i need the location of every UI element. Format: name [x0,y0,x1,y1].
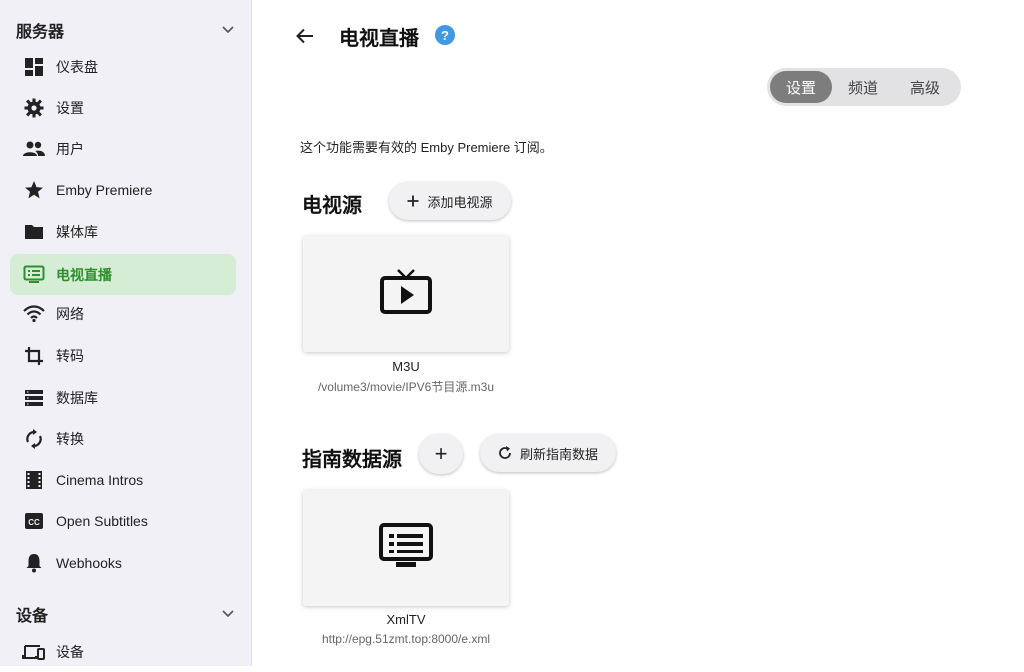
users-icon [22,137,46,161]
devices-section-title: 设备 [16,608,49,625]
tv-sources-heading: 电视源 [302,195,362,217]
server-section-title: 服务器 [16,24,65,41]
refresh-guide-label: 刷新指南数据 [519,446,598,462]
tab-settings[interactable]: 设置 [770,71,832,103]
folder-icon [22,220,46,244]
gear-icon [22,96,46,120]
sidebar-item-live-tv[interactable]: 电视直播 [10,254,236,295]
devices-section-header[interactable]: 设备 [16,602,235,626]
sidebar-item-open-subtitles[interactable]: CC Open Subtitles [10,500,236,541]
refresh-icon [498,446,512,460]
guide-source-card[interactable] [303,490,509,606]
sidebar-item-label: Open Subtitles [56,512,148,529]
refresh-guide-button[interactable]: 刷新指南数据 [480,434,616,472]
sidebar-item-dashboard[interactable]: 仪表盘 [10,46,236,87]
sidebar-item-database[interactable]: 数据库 [10,377,236,418]
cc-icon: CC [22,509,46,533]
tv-source-card[interactable] [303,236,509,352]
chevron-down-icon[interactable] [221,607,235,621]
sidebar-item-convert[interactable]: 转换 [10,418,236,459]
crop-icon [22,344,46,368]
sidebar-item-label: 媒体库 [56,223,98,240]
sidebar-item-users[interactable]: 用户 [10,128,236,169]
svg-text:CC: CC [28,518,40,527]
premiere-notice: 这个功能需要有效的 Emby Premiere 订阅。 [300,140,553,155]
sidebar-item-webhooks[interactable]: Webhooks [10,542,236,583]
film-icon [22,468,46,492]
server-section-header[interactable]: 服务器 [16,18,235,42]
sidebar-item-label: 设备 [56,643,84,660]
tab-bar: 设置 频道 高级 [767,68,961,106]
wifi-icon [22,302,46,326]
sidebar-item-label: 转码 [56,347,84,364]
add-tv-source-button[interactable]: 添加电视源 [389,182,511,220]
sidebar-item-library[interactable]: 媒体库 [10,211,236,252]
sidebar-item-emby-premiere[interactable]: Emby Premiere [10,169,236,210]
sidebar-item-label: 数据库 [56,389,98,406]
page-title: 电视直播 [339,28,419,50]
bell-icon [22,551,46,575]
plus-icon [407,195,419,207]
tv-play-icon [380,268,432,321]
guide-sources-heading: 指南数据源 [302,449,402,471]
live-tv-icon [22,263,46,287]
sidebar-item-label: Webhooks [56,554,122,571]
sidebar-item-cinema-intros[interactable]: Cinema Intros [10,459,236,500]
add-tv-source-label: 添加电视源 [427,194,493,210]
tv-source-name: M3U [392,359,420,374]
add-guide-source-button[interactable]: + [419,434,463,474]
database-icon [22,386,46,410]
sidebar-item-label: 用户 [56,140,84,157]
tv-source-path: /volume3/movie/IPV6节目源.m3u [317,380,495,394]
sidebar-item-label: 仪表盘 [56,58,98,75]
dashboard-icon [22,55,46,79]
main-content: 电视直播 ? 设置 频道 高级 这个功能需要有效的 Emby Premiere … [253,0,1024,666]
guide-source-path: http://epg.51zmt.top:8000/e.xml [321,632,491,646]
sidebar-item-label: 设置 [56,99,84,116]
sidebar-item-label: Cinema Intros [56,471,144,488]
sidebar-item-label: 电视直播 [56,266,112,283]
sidebar-item-label: 网络 [56,305,84,322]
back-arrow-icon[interactable] [293,24,317,48]
sync-icon [22,427,46,451]
sidebar: 服务器 仪表盘 设置 用户 Emby Premiere 媒体库 电视直播 网络 … [0,0,252,666]
tab-advanced[interactable]: 高级 [894,71,956,103]
sidebar-item-label: Emby Premiere [56,181,153,198]
star-icon [22,178,46,202]
guide-source-name: XmlTV [386,612,426,627]
sidebar-item-transcode[interactable]: 转码 [10,335,236,376]
devices-icon [22,640,46,664]
tab-channels[interactable]: 频道 [832,71,894,103]
sidebar-item-network[interactable]: 网络 [10,293,236,334]
help-icon[interactable]: ? [435,25,455,45]
sidebar-item-label: 转换 [56,430,84,447]
chevron-down-icon[interactable] [221,23,235,37]
guide-icon [379,522,433,574]
sidebar-item-settings[interactable]: 设置 [10,87,236,128]
